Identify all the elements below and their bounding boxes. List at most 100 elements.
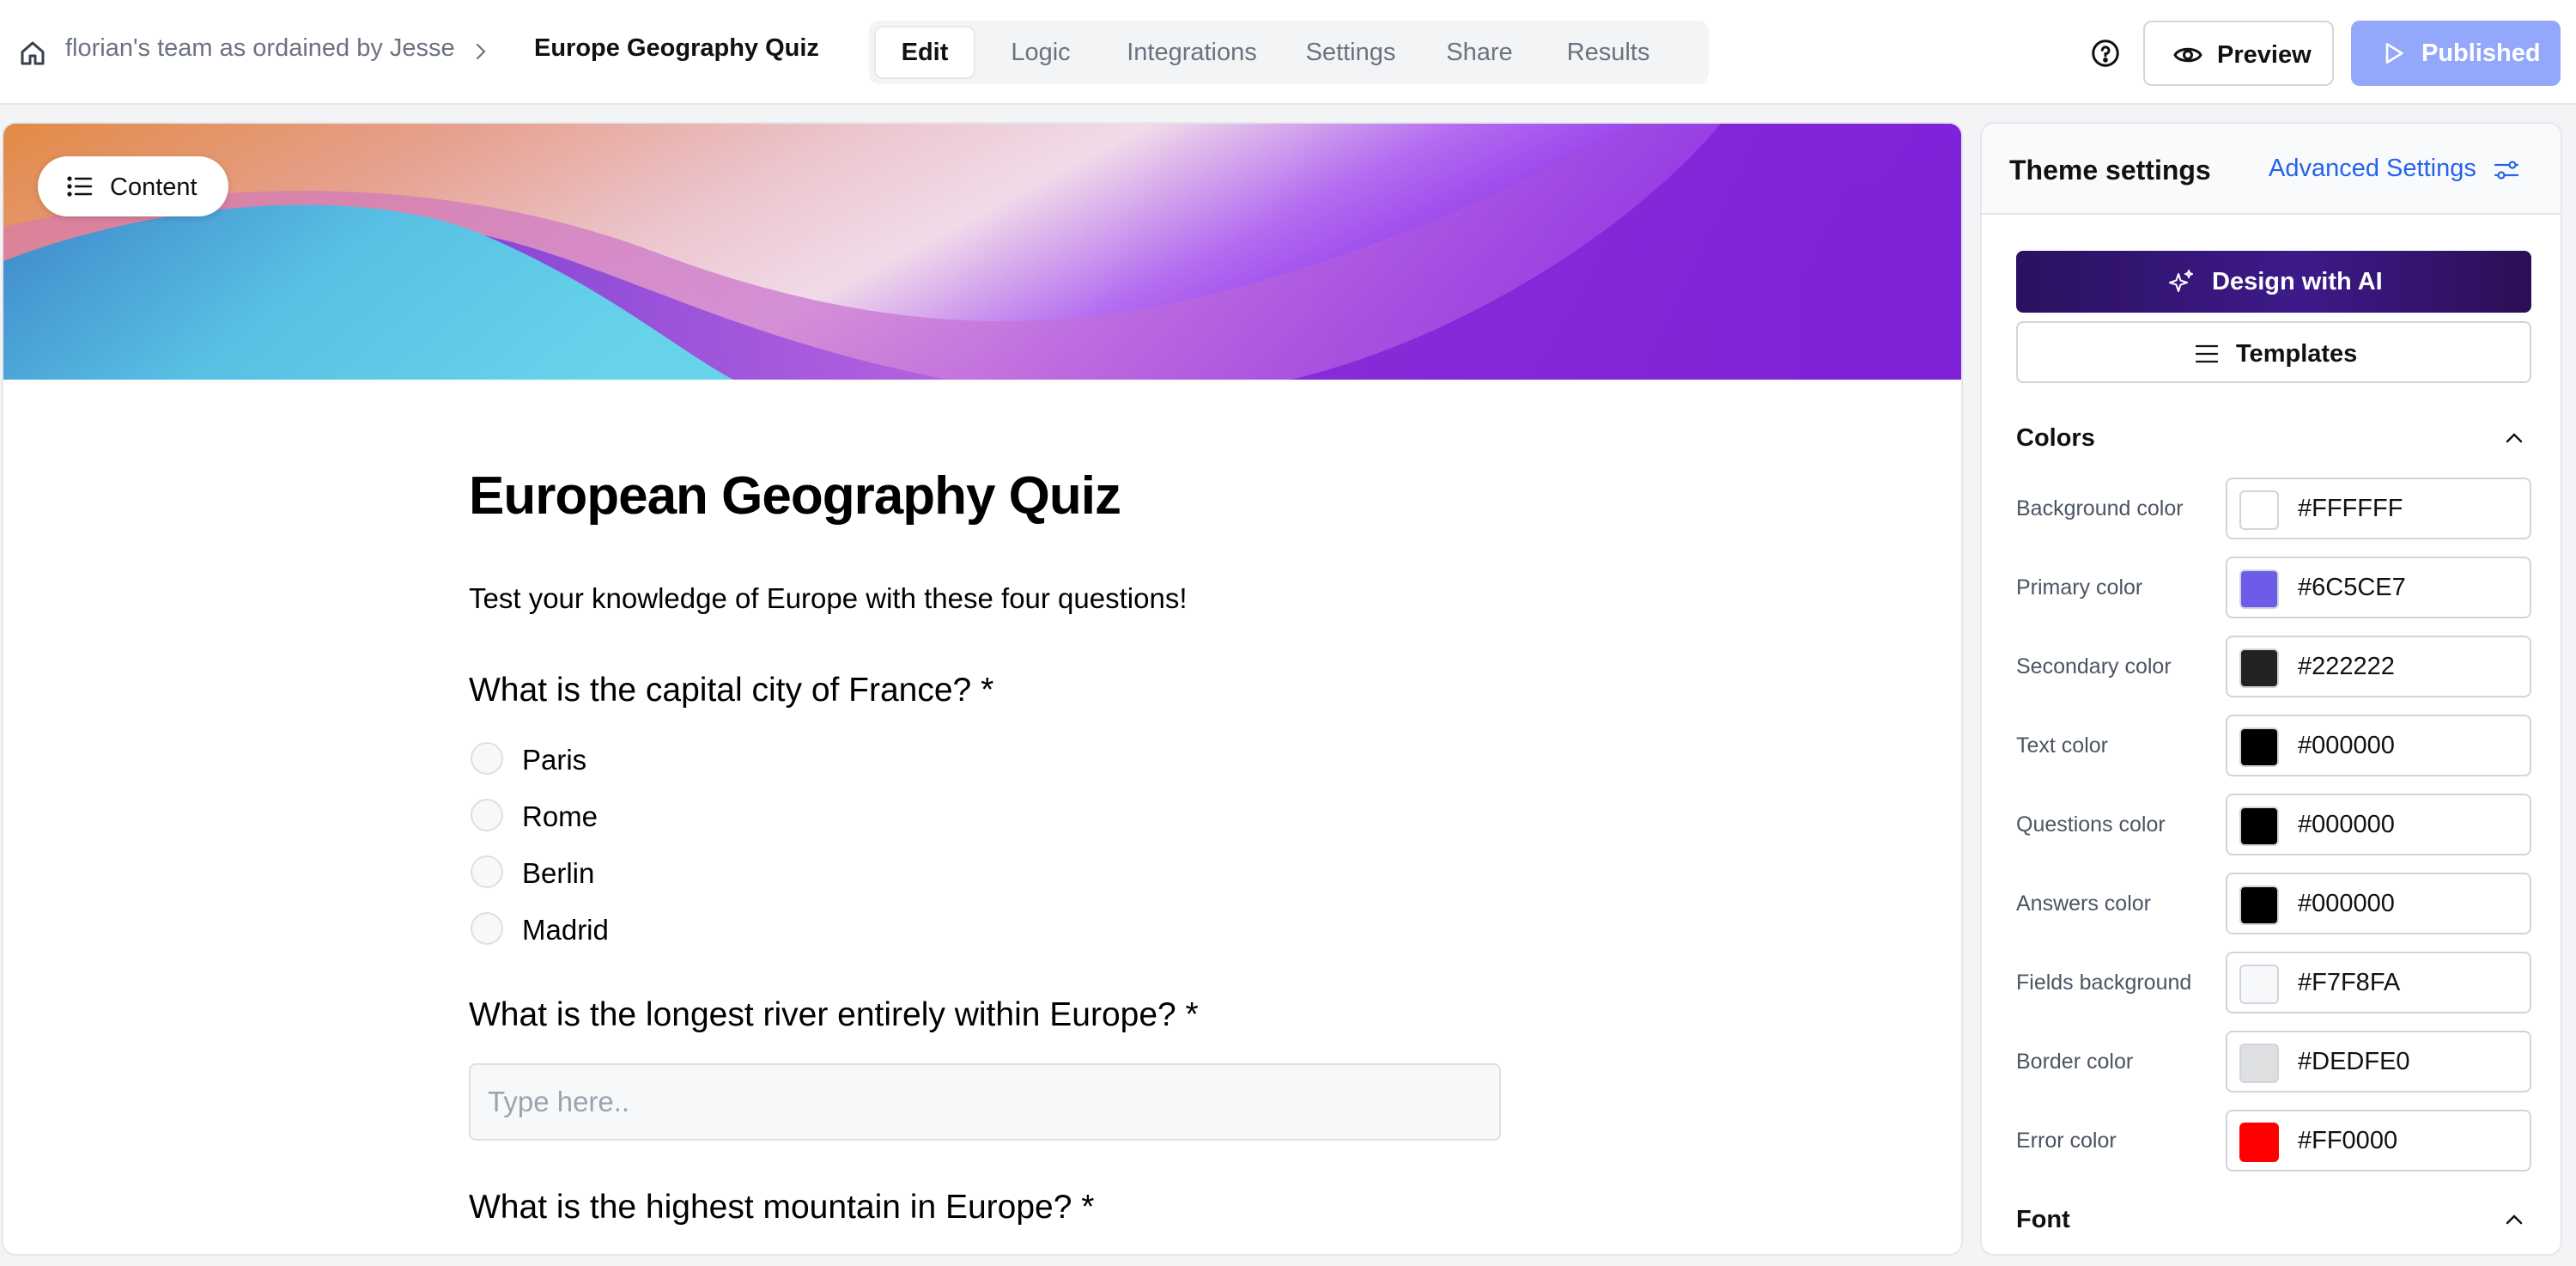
option-label: Madrid xyxy=(522,914,609,946)
templates-button[interactable]: Templates xyxy=(2016,321,2531,383)
color-picker-field[interactable]: #000000 xyxy=(2226,794,2531,855)
color-row-background: Background color #FFFFFF xyxy=(2016,478,2531,539)
color-swatch[interactable] xyxy=(2239,490,2279,530)
advanced-settings-link[interactable]: Advanced Settings xyxy=(2269,155,2476,183)
publish-button[interactable]: Published xyxy=(2351,21,2561,86)
color-row-questions: Questions color #000000 xyxy=(2016,794,2531,855)
question-3-label: What is the highest mountain in Europe? … xyxy=(469,1189,1095,1226)
color-row-fields-background: Fields background #F7F8FA xyxy=(2016,952,2531,1013)
color-row-border: Border color #DEDFE0 xyxy=(2016,1031,2531,1093)
color-picker-field[interactable]: #222222 xyxy=(2226,636,2531,697)
chevron-right-icon xyxy=(476,43,486,60)
chevron-up-icon xyxy=(2506,1214,2523,1225)
home-icon[interactable] xyxy=(17,38,48,69)
radio-button[interactable] xyxy=(471,855,503,888)
question-1-label: What is the capital city of France? * xyxy=(469,672,994,709)
color-picker-field[interactable]: #6C5CE7 xyxy=(2226,557,2531,618)
colors-section-title: Colors xyxy=(2016,424,2095,452)
question-2-label: What is the longest river entirely withi… xyxy=(469,996,1199,1033)
color-picker-field[interactable]: #000000 xyxy=(2226,873,2531,934)
help-icon[interactable] xyxy=(2090,38,2121,69)
color-swatch[interactable] xyxy=(2239,648,2279,688)
eye-icon xyxy=(2173,47,2202,63)
chevron-up-icon xyxy=(2506,433,2523,443)
font-section-title: Font xyxy=(2016,1206,2070,1233)
top-bar: florian's team as ordained by Jesse Euro… xyxy=(0,0,2576,105)
color-picker-field[interactable]: #FF0000 xyxy=(2226,1110,2531,1172)
menu-icon xyxy=(2195,344,2219,363)
color-swatch[interactable] xyxy=(2239,569,2279,609)
tab-settings[interactable]: Settings xyxy=(1286,26,1415,79)
radio-button[interactable] xyxy=(471,912,503,945)
color-name: Fields background xyxy=(2016,971,2192,995)
color-hex-value[interactable]: #000000 xyxy=(2298,890,2395,918)
color-name: Border color xyxy=(2016,1050,2134,1074)
templates-label: Templates xyxy=(2236,340,2358,368)
color-row-text: Text color #000000 xyxy=(2016,715,2531,776)
color-row-error: Error color #FF0000 xyxy=(2016,1110,2531,1172)
color-name: Primary color xyxy=(2016,575,2143,600)
color-name: Questions color xyxy=(2016,813,2166,837)
color-picker-field[interactable]: #000000 xyxy=(2226,715,2531,776)
preview-label: Preview xyxy=(2217,41,2312,69)
color-row-secondary: Secondary color #222222 xyxy=(2016,636,2531,697)
color-swatch[interactable] xyxy=(2239,1044,2279,1083)
cover-image xyxy=(3,124,1961,380)
color-hex-value[interactable]: #000000 xyxy=(2298,811,2395,839)
sparkle-icon xyxy=(2169,270,2193,292)
theme-settings-header: Theme settings Advanced Settings xyxy=(1982,124,2561,215)
breadcrumb-form-name[interactable]: Europe Geography Quiz xyxy=(534,34,819,63)
sliders-icon[interactable] xyxy=(2494,158,2519,182)
color-hex-value[interactable]: #DEDFE0 xyxy=(2298,1048,2410,1076)
color-hex-value[interactable]: #222222 xyxy=(2298,653,2395,681)
color-swatch[interactable] xyxy=(2239,806,2279,846)
content-label: Content xyxy=(110,173,197,201)
editor-tabs: Edit Logic Integrations Settings Share R… xyxy=(869,21,1709,84)
color-swatch[interactable] xyxy=(2239,886,2279,925)
font-section-toggle[interactable]: Font xyxy=(2016,1202,2531,1237)
color-swatch[interactable] xyxy=(2239,727,2279,767)
list-icon xyxy=(67,176,93,197)
radio-button[interactable] xyxy=(471,799,503,831)
content-button[interactable]: Content xyxy=(38,156,228,216)
tab-logic[interactable]: Logic xyxy=(984,26,1097,79)
tab-share[interactable]: Share xyxy=(1424,26,1535,79)
form-preview-panel: Content European Geography Quiz Test you… xyxy=(2,122,1963,1256)
color-hex-value[interactable]: #FF0000 xyxy=(2298,1127,2397,1155)
color-name: Text color xyxy=(2016,733,2108,758)
color-name: Background color xyxy=(2016,496,2184,520)
colors-section-toggle[interactable]: Colors xyxy=(2016,421,2531,455)
color-row-answers: Answers color #000000 xyxy=(2016,873,2531,934)
color-name: Answers color xyxy=(2016,892,2151,916)
option-label: Rome xyxy=(522,800,598,832)
option-label: Berlin xyxy=(522,857,595,889)
color-name: Error color xyxy=(2016,1129,2117,1153)
color-row-primary: Primary color #6C5CE7 xyxy=(2016,557,2531,618)
answer-text-input[interactable] xyxy=(469,1063,1501,1141)
color-swatch[interactable] xyxy=(2239,1123,2279,1162)
play-icon xyxy=(2385,43,2403,64)
color-name: Secondary color xyxy=(2016,654,2172,679)
color-picker-field[interactable]: #F7F8FA xyxy=(2226,952,2531,1013)
publish-label: Published xyxy=(2421,40,2541,67)
color-hex-value[interactable]: #F7F8FA xyxy=(2298,969,2400,997)
color-picker-field[interactable]: #DEDFE0 xyxy=(2226,1031,2531,1093)
color-hex-value[interactable]: #6C5CE7 xyxy=(2298,574,2406,602)
design-with-ai-label: Design with AI xyxy=(2212,268,2383,295)
tab-results[interactable]: Results xyxy=(1544,26,1673,79)
panel-title: Theme settings xyxy=(2009,155,2211,186)
color-hex-value[interactable]: #FFFFFF xyxy=(2298,495,2403,523)
option-label: Paris xyxy=(522,744,587,776)
form-title: European Geography Quiz xyxy=(469,466,1121,526)
form-description: Test your knowledge of Europe with these… xyxy=(469,582,1188,614)
radio-button[interactable] xyxy=(471,742,503,775)
tab-edit[interactable]: Edit xyxy=(874,26,975,79)
breadcrumb-team[interactable]: florian's team as ordained by Jesse xyxy=(65,34,455,63)
design-with-ai-button[interactable]: Design with AI xyxy=(2016,251,2531,313)
theme-settings-panel: Theme settings Advanced Settings Design … xyxy=(1980,122,2562,1256)
preview-button[interactable]: Preview xyxy=(2143,21,2334,86)
color-hex-value[interactable]: #000000 xyxy=(2298,732,2395,760)
tab-integrations[interactable]: Integrations xyxy=(1106,26,1278,79)
color-swatch[interactable] xyxy=(2239,965,2279,1004)
color-picker-field[interactable]: #FFFFFF xyxy=(2226,478,2531,539)
